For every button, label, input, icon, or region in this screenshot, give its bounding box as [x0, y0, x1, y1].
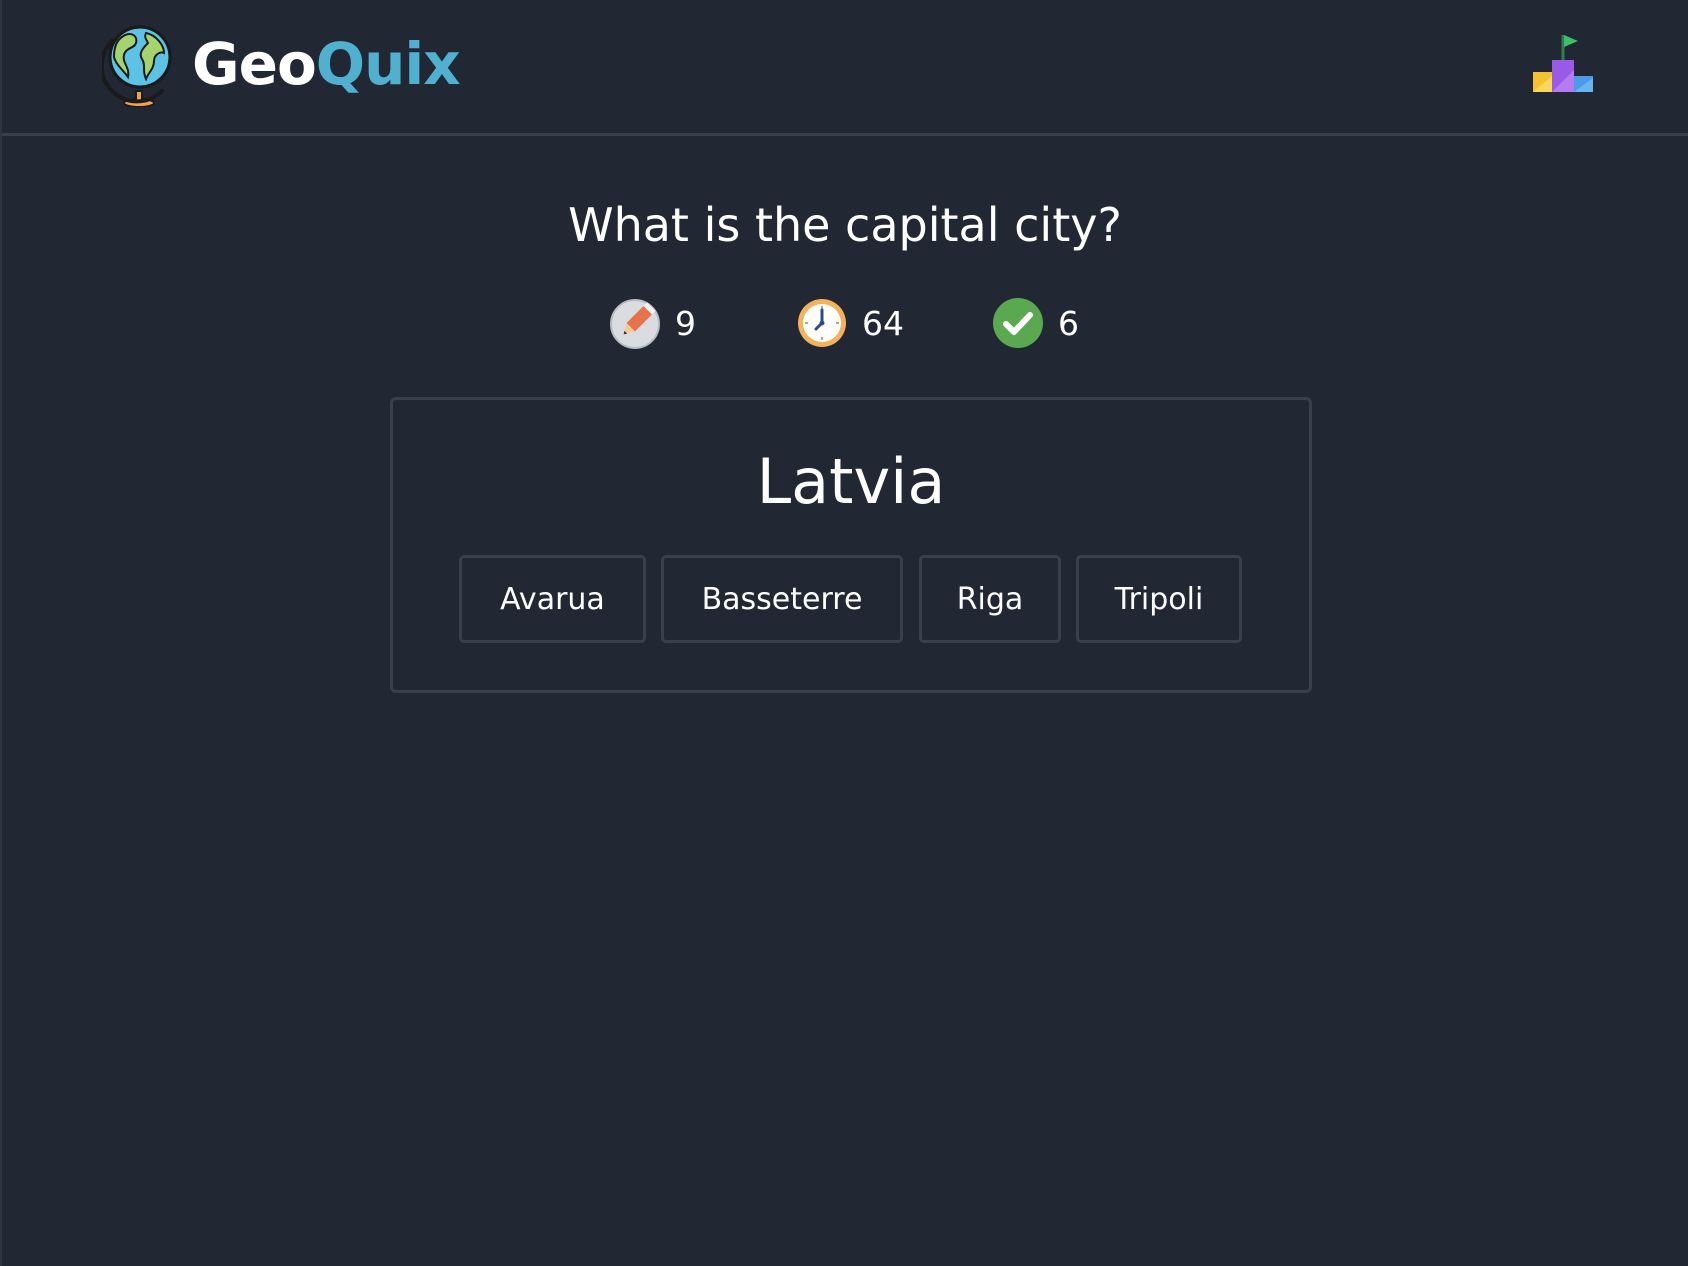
question-title: What is the capital city?: [568, 198, 1122, 252]
answer-option-tripoli[interactable]: Tripoli: [1076, 555, 1242, 643]
podium-icon: [1533, 35, 1593, 92]
brand-name-part1: Geo: [192, 30, 317, 98]
brand-logo-link[interactable]: GeoQuix: [102, 20, 461, 108]
answer-option-avarua[interactable]: Avarua: [459, 555, 646, 643]
checkmark-icon: [993, 298, 1043, 348]
correct-value: 6: [1058, 303, 1079, 343]
pencil-icon: [610, 299, 660, 349]
stats-bar: 9 64 6: [2, 295, 1688, 351]
stat-remaining: 9: [609, 295, 696, 351]
clock-icon: [798, 299, 846, 347]
brand-name: GeoQuix: [192, 35, 461, 93]
timer-value: 64: [862, 303, 904, 343]
stat-timer: 64: [796, 295, 904, 351]
answer-option-basseterre[interactable]: Basseterre: [661, 555, 903, 643]
stat-correct: 6: [992, 295, 1079, 351]
remaining-value: 9: [675, 303, 696, 343]
question-card: Latvia Avarua Basseterre Riga Tripoli: [390, 397, 1312, 693]
globe-icon: [102, 25, 172, 107]
country-name: Latvia: [756, 445, 946, 518]
answer-option-riga[interactable]: Riga: [919, 555, 1061, 643]
leaderboard-button[interactable]: [1530, 30, 1596, 96]
brand-name-part2: Quix: [315, 30, 461, 98]
app-header: GeoQuix: [2, 0, 1688, 136]
